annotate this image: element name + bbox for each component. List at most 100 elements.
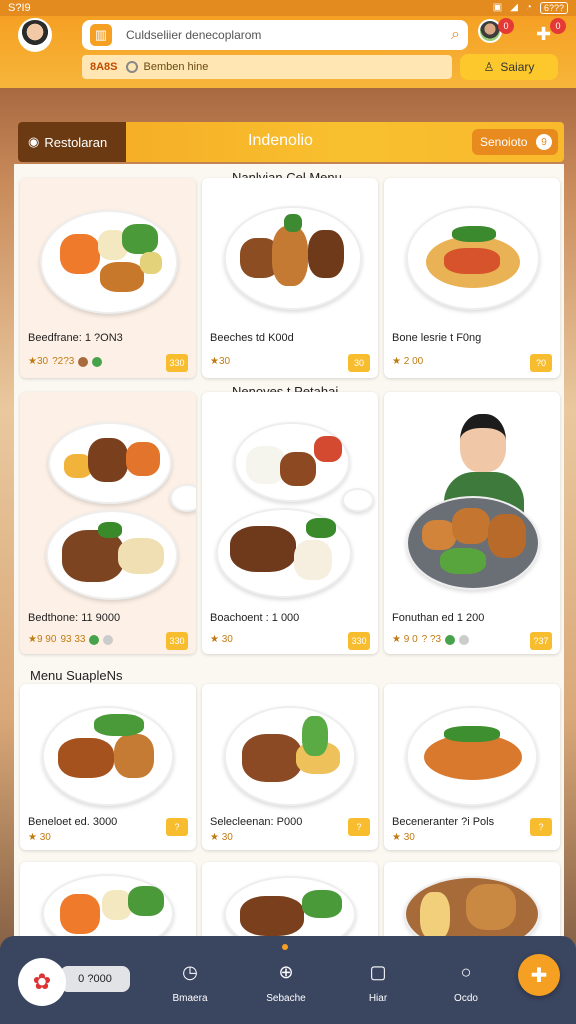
add-button[interactable]: 330 xyxy=(348,632,370,650)
filter-count: 9 xyxy=(536,134,552,150)
nav-item-bmaera[interactable]: ◷ Bmaera xyxy=(160,962,220,1004)
wifi-icon: ◔ xyxy=(525,2,532,13)
dish-image xyxy=(406,706,538,806)
cart-total[interactable]: 0 ?000 xyxy=(60,966,130,992)
timer-icon: ◷ xyxy=(182,962,198,982)
notification-badge-2: 0 xyxy=(550,18,566,34)
menu-card-1[interactable]: Beedfrane: 1 ?ON3 ★30 ?2?3 330 xyxy=(20,178,196,378)
app-logo-icon: ▥ xyxy=(90,24,112,46)
add-button[interactable]: ? xyxy=(166,818,188,836)
status-time: S?I9 xyxy=(8,2,31,14)
add-button[interactable]: ?37 xyxy=(530,632,552,650)
dish-rating: ★ 30 xyxy=(28,832,51,843)
add-button[interactable]: 30 xyxy=(348,354,370,372)
dish-image xyxy=(48,422,172,504)
add-button[interactable]: 330 xyxy=(166,354,188,372)
add-button[interactable]: 330 xyxy=(166,632,188,650)
rating-value: ★ 30 xyxy=(210,832,233,843)
dish-name: Beedfrane: 1 ?ON3 xyxy=(28,332,123,344)
dish-image xyxy=(406,496,540,590)
basket-icon: ⊕ xyxy=(278,962,294,982)
nav-item-sebache[interactable]: ⊕ Sebache xyxy=(256,962,316,1004)
nav-label: Sebache xyxy=(266,993,306,1004)
notification-badge: 0 xyxy=(498,18,514,34)
nav-label: Hiar xyxy=(368,993,388,1004)
veg-icon xyxy=(92,356,103,367)
dish-rating: ★ 30 xyxy=(392,832,415,843)
menu-card-7[interactable]: Beneloet ed. 3000 ★ 30 ? xyxy=(20,684,196,850)
dish-image xyxy=(224,706,356,806)
nav-label: Bmaera xyxy=(172,993,208,1004)
location-label: Bemben hine xyxy=(143,61,209,73)
rating-extra: ? ?3 xyxy=(421,634,442,645)
radio-icon xyxy=(125,61,138,73)
add-button[interactable]: ? xyxy=(348,818,370,836)
filter-label: Senoioto xyxy=(480,135,528,149)
signal-icon: ◢ xyxy=(510,2,518,13)
dish-rating: ★ 2 00 xyxy=(392,356,423,367)
sauce-bowl xyxy=(342,488,374,512)
bottom-navigation: ✿ 0 ?000 ◷ Bmaera ⊕ Sebache ▢ Hiar ○ Ocd… xyxy=(0,936,576,1024)
nav-item-ocdo[interactable]: ○ Ocdo xyxy=(436,962,496,1004)
tag-icon xyxy=(459,634,470,645)
location-pin-icon: ◉ xyxy=(28,134,40,149)
dish-rating: ★ 30 xyxy=(210,832,233,843)
dish-name: Selecleenan: P000 xyxy=(210,816,303,828)
dish-image-2 xyxy=(46,510,178,600)
notification-icon: ▣ xyxy=(492,2,503,13)
survey-label: Saiary xyxy=(500,60,535,74)
nav-item-hiar[interactable]: ▢ Hiar xyxy=(348,962,408,1004)
status-icons: ▣ ◢ ◔ 6??? xyxy=(493,2,568,14)
search-input[interactable]: Culdseliier denecoplarom xyxy=(126,28,451,42)
restaurant-tab[interactable]: ◉ Restolaran xyxy=(18,122,126,162)
dish-image xyxy=(234,422,350,502)
rating-value: ★ 30 xyxy=(210,634,233,645)
menu-card-4[interactable]: Bedthone: 11 9000 ★9 90 93 33 330 xyxy=(20,392,196,654)
dish-name: Beneloet ed. 3000 xyxy=(28,816,118,828)
app-header: ▥ Culdseliier denecoplarom ⌕ 0 ✚ 0 8A8S … xyxy=(0,16,576,88)
menu-card-9[interactable]: Beceneranter ?i Pols ★ 30 ? xyxy=(384,684,560,850)
puzzle-fab-icon[interactable]: ✚ xyxy=(518,954,560,996)
search-bar[interactable]: ▥ Culdseliier denecoplarom ⌕ xyxy=(82,20,468,50)
location-chip[interactable]: 8A8S Bemben hine xyxy=(82,55,452,79)
add-button[interactable]: ?0 xyxy=(530,354,552,372)
rating-value: ★ 2 00 xyxy=(392,356,424,367)
search-icon[interactable]: ⌕ xyxy=(451,26,460,44)
category-title: Indenolio xyxy=(248,132,313,149)
chat-icon: ▢ xyxy=(369,962,387,982)
rating-value: ★ 30 xyxy=(28,832,51,843)
add-button[interactable]: ? xyxy=(530,818,552,836)
tag-icon xyxy=(78,356,89,367)
menu-card-5[interactable]: Boachoent : 1 000 ★ 30 330 xyxy=(202,392,378,654)
dish-name: Boachoent : 1 000 xyxy=(210,612,300,624)
section-title-3: Menu SuapleNs xyxy=(30,668,123,683)
chef-photo xyxy=(460,414,506,472)
category-bar: ◉ Restolaran Indenolio Senoioto 9 xyxy=(18,122,564,162)
menu-card-8[interactable]: Selecleenan: P000 ★ 30 ? xyxy=(202,684,378,850)
rating-value: ★30 xyxy=(28,356,49,367)
rating-extra: 93 33 xyxy=(60,634,86,645)
cart-icon[interactable]: ✿ xyxy=(18,958,66,1006)
rating-value: ★ 30 xyxy=(392,832,415,843)
menu-card-2[interactable]: Beeches td K00d ★30 30 xyxy=(202,178,378,378)
dish-name: Bedthone: 11 9000 xyxy=(28,612,121,624)
menu-card-6[interactable]: Fonuthan ed 1 200 ★ 9 0 ? ?3 ?37 xyxy=(384,392,560,654)
sauce-bowl xyxy=(170,484,196,512)
dish-rating: ★ 9 0 ? ?3 xyxy=(392,634,470,645)
rating-value: ★30 xyxy=(210,356,231,367)
menu-panel: Nanlvian Cel Menu Nenoves t Petahai Menu… xyxy=(14,164,564,952)
profile-icon: ○ xyxy=(460,962,472,982)
restaurant-tab-label: Restolaran xyxy=(44,134,108,150)
nav-label: Ocdo xyxy=(454,993,478,1004)
status-bar: S?I9 ▣ ◢ ◔ 6??? xyxy=(0,0,576,16)
dish-name: Bone lesrie t F0ng xyxy=(392,332,482,344)
tag-icon xyxy=(103,634,114,645)
page-indicator xyxy=(282,944,288,950)
survey-button[interactable]: ♙ Saiary xyxy=(460,54,558,80)
veg-icon xyxy=(89,634,100,645)
location-code: 8A8S xyxy=(90,61,118,73)
dish-image xyxy=(224,206,362,310)
filter-button[interactable]: Senoioto 9 xyxy=(472,129,558,155)
profile-avatar[interactable] xyxy=(18,18,52,52)
menu-card-3[interactable]: Bone lesrie t F0ng ★ 2 00 ?0 xyxy=(384,178,560,378)
